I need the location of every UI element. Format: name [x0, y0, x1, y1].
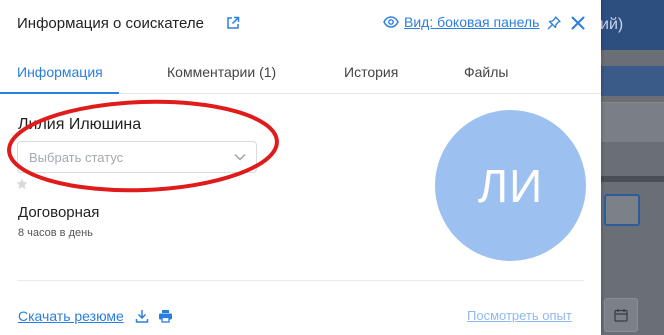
schedule-text: 8 часов в день	[18, 227, 93, 239]
panel-title: Информация о соискателе	[17, 15, 204, 32]
status-placeholder: Выбрать статус	[29, 150, 124, 165]
view-mode-label: Вид: боковая панель	[404, 14, 540, 30]
tab-bar: Информация Комментарии (1) История Файлы	[0, 48, 601, 94]
tab-files[interactable]: Файлы	[464, 64, 508, 80]
pin-icon[interactable]	[547, 16, 561, 30]
active-tab-indicator	[0, 92, 119, 94]
chevron-down-icon	[234, 154, 246, 161]
background-bar	[590, 66, 664, 96]
calendar-icon	[614, 309, 628, 322]
download-resume-link[interactable]: Скачать резюме	[18, 308, 124, 324]
avatar: ЛИ	[435, 110, 586, 261]
background-date-field	[604, 298, 638, 332]
view-experience-link[interactable]: Посмотреть опыт	[467, 308, 572, 323]
external-link-icon[interactable]	[226, 16, 240, 30]
download-icon[interactable]	[135, 309, 149, 323]
star-icon[interactable]	[16, 178, 28, 190]
background-input	[604, 194, 640, 226]
background-row	[600, 102, 664, 142]
footer-divider	[17, 280, 584, 281]
background-header-text: ий)	[600, 16, 624, 33]
eye-icon	[383, 16, 399, 28]
background-divider	[590, 176, 664, 182]
candidate-panel: Информация о соискателе Вид: боковая пан…	[0, 0, 601, 335]
tab-history[interactable]: История	[344, 64, 398, 80]
print-icon[interactable]	[158, 309, 173, 323]
candidate-name: Лилия Илюшина	[18, 116, 142, 133]
avatar-initials: ЛИ	[477, 159, 544, 212]
view-mode-link[interactable]: Вид: боковая панель	[383, 14, 539, 30]
tab-comments[interactable]: Комментарии (1)	[167, 64, 276, 80]
salary-text: Договорная	[18, 204, 100, 221]
close-icon[interactable]	[571, 16, 585, 30]
status-select[interactable]: Выбрать статус	[17, 141, 257, 173]
tab-info[interactable]: Информация	[17, 64, 103, 80]
